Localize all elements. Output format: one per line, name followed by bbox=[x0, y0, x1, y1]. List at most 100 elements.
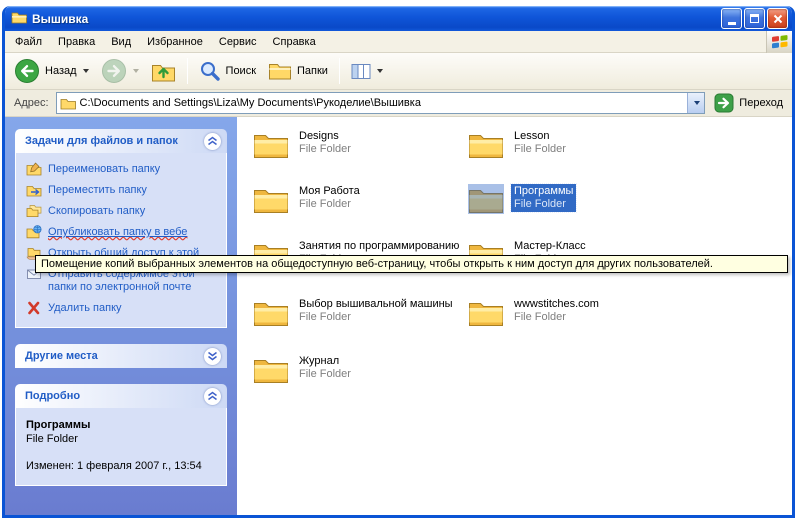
maximize-button[interactable] bbox=[744, 8, 765, 29]
file-type: File Folder bbox=[299, 198, 360, 211]
window-body: Задачи для файлов и папок Переименовать … bbox=[5, 117, 792, 515]
minimize-icon bbox=[728, 22, 736, 25]
task-label[interactable]: Переименовать папку bbox=[48, 163, 160, 176]
file-tile-selected[interactable]: ПрограммыFile Folder bbox=[468, 184, 576, 214]
back-dropdown-icon bbox=[83, 69, 89, 73]
file-name: Занятия по программированию bbox=[299, 240, 459, 253]
back-button[interactable]: Назад bbox=[9, 55, 94, 87]
file-tasks-header[interactable]: Задачи для файлов и папок bbox=[15, 129, 227, 153]
titlebar[interactable]: Вышивка bbox=[5, 6, 792, 31]
file-type: File Folder bbox=[299, 143, 351, 156]
other-places-header[interactable]: Другие места bbox=[15, 344, 227, 368]
up-button[interactable] bbox=[146, 57, 181, 86]
go-button[interactable]: Переход bbox=[712, 93, 785, 113]
file-name: Designs bbox=[299, 130, 351, 143]
file-name: Lesson bbox=[514, 130, 566, 143]
details-file-type: File Folder bbox=[26, 432, 220, 446]
back-label: Назад bbox=[45, 65, 77, 77]
task-copy-folder[interactable]: Скопировать папку bbox=[26, 205, 220, 218]
task-move-folder[interactable]: Переместить папку bbox=[26, 184, 220, 197]
file-name: Программы bbox=[514, 185, 573, 198]
close-icon bbox=[773, 14, 783, 24]
file-tile[interactable]: LessonFile Folder bbox=[468, 129, 569, 159]
file-tile[interactable]: DesignsFile Folder bbox=[253, 129, 354, 159]
file-type: File Folder bbox=[299, 311, 453, 324]
file-tile[interactable]: Моя РаботаFile Folder bbox=[253, 184, 363, 214]
task-delete-folder[interactable]: Удалить папку bbox=[26, 302, 220, 315]
file-name: Выбор вышивальной машины bbox=[299, 298, 453, 311]
forward-icon bbox=[101, 58, 127, 84]
close-button[interactable] bbox=[767, 8, 788, 29]
menu-help[interactable]: Справка bbox=[265, 33, 324, 51]
menubar: Файл Правка Вид Избранное Сервис Справка bbox=[5, 31, 792, 53]
collapse-chevron-icon[interactable] bbox=[204, 388, 221, 405]
publish-folder-link[interactable]: Опубликовать папку в вебе bbox=[48, 226, 187, 238]
file-tile[interactable]: Выбор вышивальной машиныFile Folder bbox=[253, 297, 456, 327]
folder-icon[interactable] bbox=[253, 129, 289, 159]
task-label[interactable]: Переместить папку bbox=[48, 184, 147, 197]
task-label[interactable]: Скопировать папку bbox=[48, 205, 145, 218]
screenshot-root: Вышивка Файл Правка Вид Избранное Сервис… bbox=[0, 0, 796, 521]
file-name: Мастер-Класс bbox=[514, 240, 586, 253]
menu-view[interactable]: Вид bbox=[103, 33, 139, 51]
file-type: File Folder bbox=[514, 198, 573, 211]
delete-icon bbox=[26, 301, 42, 315]
collapse-chevron-icon[interactable] bbox=[204, 133, 221, 150]
toolbar-separator bbox=[187, 58, 188, 84]
window-title: Вышивка bbox=[32, 12, 716, 26]
copy-folder-icon bbox=[26, 204, 42, 218]
search-button[interactable]: Поиск bbox=[194, 57, 261, 85]
folder-icon[interactable] bbox=[253, 184, 289, 214]
folder-icon[interactable] bbox=[253, 297, 289, 327]
task-rename-folder[interactable]: Переименовать папку bbox=[26, 163, 220, 176]
address-folder-icon bbox=[60, 97, 76, 110]
task-pane: Задачи для файлов и папок Переименовать … bbox=[5, 117, 237, 515]
menu-favorites[interactable]: Избранное bbox=[139, 33, 211, 51]
folders-icon bbox=[268, 61, 292, 81]
details-body: Программы File Folder Изменен: 1 февраля… bbox=[15, 408, 227, 486]
menu-file[interactable]: Файл bbox=[7, 33, 50, 51]
views-dropdown-icon bbox=[377, 69, 383, 73]
menu-tools[interactable]: Сервис bbox=[211, 33, 265, 51]
folder-icon[interactable] bbox=[253, 354, 289, 384]
address-dropdown-button[interactable] bbox=[687, 93, 704, 113]
toolbar-separator bbox=[339, 58, 340, 84]
views-button[interactable] bbox=[346, 60, 388, 83]
file-tasks-body: Переименовать папку Переместить папку bbox=[15, 153, 227, 328]
file-tile[interactable]: ЖурналFile Folder bbox=[253, 354, 354, 384]
folder-icon[interactable] bbox=[468, 297, 504, 327]
address-input[interactable]: C:\Documents and Settings\Liza\My Docume… bbox=[56, 92, 706, 114]
menu-edit[interactable]: Правка bbox=[50, 33, 103, 51]
folder-icon[interactable] bbox=[468, 184, 504, 214]
forward-button[interactable] bbox=[96, 55, 144, 87]
expand-chevron-icon[interactable] bbox=[204, 348, 221, 365]
tooltip: Помещение копий выбранных элементов на о… bbox=[35, 255, 788, 273]
file-tile[interactable]: wwwstitches.comFile Folder bbox=[468, 297, 602, 327]
file-list[interactable]: DesignsFile Folder LessonFile Folder Моя… bbox=[237, 117, 792, 515]
task-label[interactable]: Удалить папку bbox=[48, 302, 122, 315]
details-file-name: Программы bbox=[26, 418, 220, 432]
file-type: File Folder bbox=[514, 143, 566, 156]
address-label: Адрес: bbox=[14, 97, 49, 109]
file-name: Моя Работа bbox=[299, 185, 360, 198]
folders-label: Папки bbox=[297, 65, 328, 77]
folders-button[interactable]: Папки bbox=[263, 58, 333, 84]
folder-up-icon bbox=[151, 60, 176, 83]
details-modified: Изменен: 1 февраля 2007 г., 13:54 bbox=[26, 459, 220, 473]
address-value: C:\Documents and Settings\Liza\My Docume… bbox=[80, 97, 421, 109]
folder-icon[interactable] bbox=[468, 129, 504, 159]
address-bar: Адрес: C:\Documents and Settings\Liza\My… bbox=[5, 90, 792, 117]
other-places-pane: Другие места bbox=[15, 344, 227, 368]
file-tasks-pane: Задачи для файлов и папок Переименовать … bbox=[15, 129, 227, 328]
minimize-button[interactable] bbox=[721, 8, 742, 29]
chevron-down-icon bbox=[694, 101, 700, 105]
search-label: Поиск bbox=[226, 65, 256, 77]
toolbar: Назад Поиск Папки bbox=[5, 53, 792, 90]
back-icon bbox=[14, 58, 40, 84]
file-type: File Folder bbox=[514, 311, 599, 324]
move-folder-icon bbox=[26, 183, 42, 197]
folder-window-icon bbox=[11, 10, 27, 27]
details-pane: Подробно Программы File Folder Изменен: … bbox=[15, 384, 227, 486]
task-publish-folder[interactable]: Опубликовать папку в вебе bbox=[26, 226, 220, 239]
details-header[interactable]: Подробно bbox=[15, 384, 227, 408]
